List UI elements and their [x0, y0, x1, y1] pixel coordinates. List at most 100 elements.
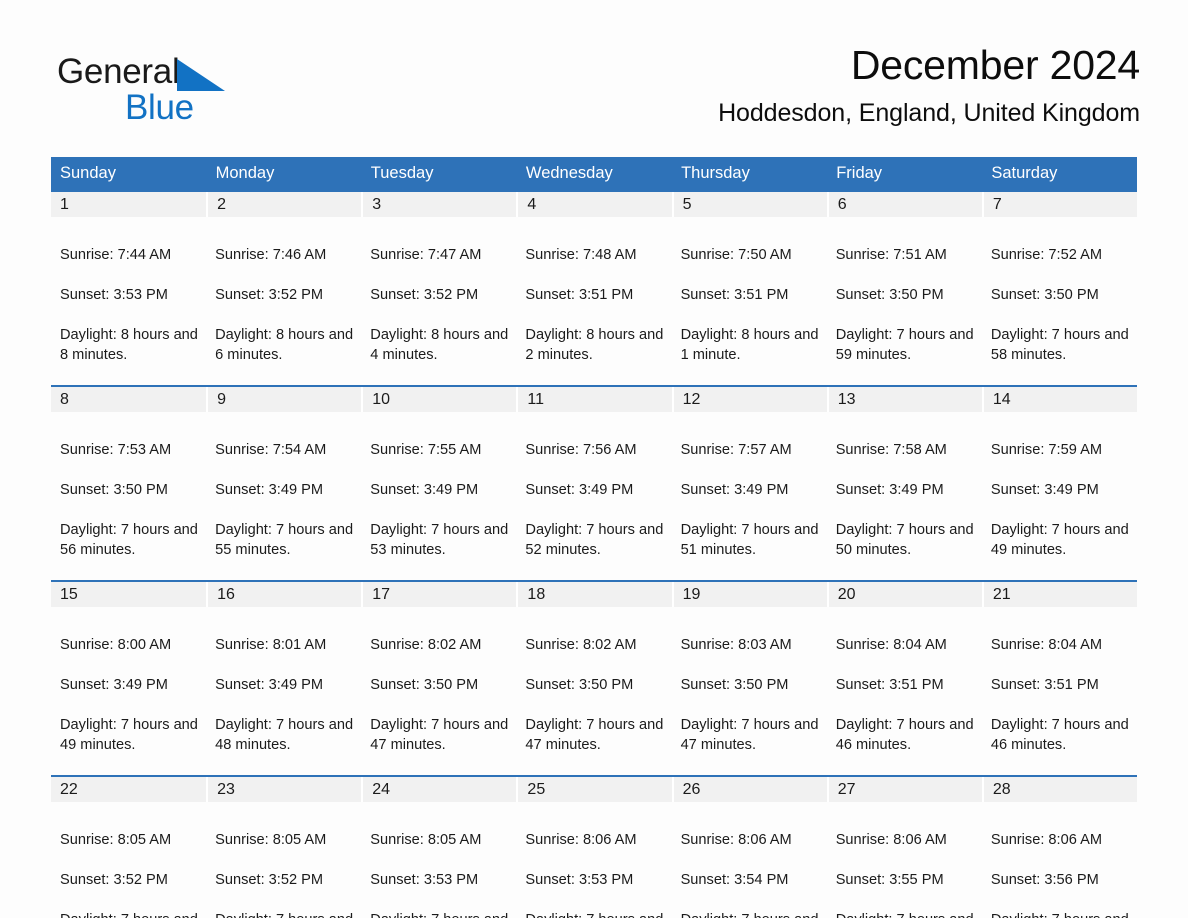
sunset-text: Sunset: 3:52 PM [215, 872, 324, 888]
logo-text-general: General [57, 52, 180, 91]
sunrise-text: Sunrise: 8:02 AM [525, 637, 637, 653]
daylight-text: Daylight: 7 hours and 50 minutes. [835, 522, 974, 558]
day-number: 22 [51, 777, 207, 802]
calendar-day-cell[interactable]: 2 Sunrise: 7:46 AM Sunset: 3:52 PM Dayli… [206, 190, 362, 386]
sunrise-text: Sunrise: 7:57 AM [680, 442, 792, 458]
day-number: 1 [51, 192, 207, 217]
calendar-header: Sunday Monday Tuesday Wednesday Thursday… [51, 157, 1137, 191]
sunset-text: Sunset: 3:50 PM [990, 287, 1099, 303]
sunrise-text: Sunrise: 7:50 AM [680, 247, 792, 263]
calendar-week-row: 22 Sunrise: 8:05 AM Sunset: 3:52 PM Dayl… [51, 775, 1137, 918]
calendar-day-cell[interactable]: 23 Sunrise: 8:05 AM Sunset: 3:52 PM Dayl… [206, 775, 362, 918]
calendar-day-cell[interactable]: 24 Sunrise: 8:05 AM Sunset: 3:53 PM Dayl… [361, 775, 517, 918]
sunrise-text: Sunrise: 8:04 AM [835, 637, 947, 653]
daylight-text: Daylight: 7 hours and 48 minutes. [681, 910, 821, 918]
day-number: 9 [206, 387, 362, 412]
sunset-text: Sunset: 3:52 PM [215, 287, 324, 303]
calendar-day-cell[interactable]: 10 Sunrise: 7:55 AM Sunset: 3:49 PM Dayl… [361, 385, 517, 581]
sunset-text: Sunset: 3:49 PM [370, 482, 479, 498]
calendar-day-cell[interactable]: 9 Sunrise: 7:54 AM Sunset: 3:49 PM Dayli… [206, 385, 362, 581]
daylight-text: Daylight: 7 hours and 52 minutes. [525, 522, 664, 558]
calendar-week-row: 1 Sunrise: 7:44 AM Sunset: 3:53 PM Dayli… [51, 190, 1137, 386]
calendar-day-cell[interactable]: 6 Sunrise: 7:51 AM Sunset: 3:50 PM Dayli… [826, 190, 982, 386]
day-number: 27 [826, 777, 982, 802]
sunrise-text: Sunrise: 7:48 AM [525, 247, 637, 263]
daylight-text: Daylight: 7 hours and 49 minutes. [991, 910, 1131, 918]
calendar-day-cell[interactable]: 26 Sunrise: 8:06 AM Sunset: 3:54 PM Dayl… [671, 775, 827, 918]
calendar-day-cell[interactable]: 1 Sunrise: 7:44 AM Sunset: 3:53 PM Dayli… [51, 190, 207, 386]
day-number: 3 [361, 192, 517, 217]
day-number: 13 [826, 387, 982, 412]
sunset-text: Sunset: 3:50 PM [370, 677, 479, 693]
calendar-day-cell[interactable]: 7 Sunrise: 7:52 AM Sunset: 3:50 PM Dayli… [981, 190, 1137, 386]
sunset-text: Sunset: 3:49 PM [835, 482, 944, 498]
calendar-day-cell[interactable]: 5 Sunrise: 7:50 AM Sunset: 3:51 PM Dayli… [671, 190, 827, 386]
daylight-text: Daylight: 7 hours and 58 minutes. [990, 327, 1129, 363]
calendar-page: General Blue December 2024 Hoddesdon, En… [0, 0, 1188, 918]
day-number: 17 [361, 582, 517, 607]
day-details: Sunrise: 8:05 AM Sunset: 3:52 PM Dayligh… [51, 802, 206, 918]
calendar-day-cell[interactable]: 28 Sunrise: 8:06 AM Sunset: 3:56 PM Dayl… [981, 775, 1137, 918]
daylight-text: Daylight: 8 hours and 6 minutes. [215, 327, 354, 363]
day-number: 12 [671, 387, 827, 412]
sunrise-text: Sunrise: 8:05 AM [215, 832, 327, 848]
sunrise-text: Sunrise: 7:47 AM [370, 247, 482, 263]
day-details: Sunrise: 8:06 AM Sunset: 3:53 PM Dayligh… [516, 802, 671, 918]
day-number: 21 [981, 582, 1137, 607]
calendar-day-cell[interactable]: 22 Sunrise: 8:05 AM Sunset: 3:52 PM Dayl… [51, 775, 207, 918]
calendar-day-cell[interactable]: 25 Sunrise: 8:06 AM Sunset: 3:53 PM Dayl… [516, 775, 672, 918]
sunrise-text: Sunrise: 8:02 AM [370, 637, 482, 653]
day-details: Sunrise: 8:02 AM Sunset: 3:50 PM Dayligh… [361, 607, 516, 775]
page-title: December 2024 [850, 42, 1140, 88]
sunrise-text: Sunrise: 7:44 AM [60, 247, 172, 263]
day-number: 7 [981, 192, 1137, 217]
day-details: Sunrise: 7:53 AM Sunset: 3:50 PM Dayligh… [51, 412, 206, 580]
day-details: Sunrise: 7:51 AM Sunset: 3:50 PM Dayligh… [827, 217, 982, 385]
day-details: Sunrise: 8:02 AM Sunset: 3:50 PM Dayligh… [516, 607, 671, 775]
day-number: 28 [981, 777, 1137, 802]
calendar-day-cell[interactable]: 17 Sunrise: 8:02 AM Sunset: 3:50 PM Dayl… [361, 580, 517, 776]
calendar-day-cell[interactable]: 12 Sunrise: 7:57 AM Sunset: 3:49 PM Dayl… [671, 385, 827, 581]
calendar-day-cell[interactable]: 16 Sunrise: 8:01 AM Sunset: 3:49 PM Dayl… [206, 580, 362, 776]
sunset-text: Sunset: 3:49 PM [680, 482, 789, 498]
day-number: 5 [671, 192, 827, 217]
calendar-day-cell[interactable]: 13 Sunrise: 7:58 AM Sunset: 3:49 PM Dayl… [826, 385, 982, 581]
calendar-day-cell[interactable]: 3 Sunrise: 7:47 AM Sunset: 3:52 PM Dayli… [361, 190, 517, 386]
sunset-text: Sunset: 3:49 PM [990, 482, 1099, 498]
day-number: 6 [826, 192, 982, 217]
sunrise-text: Sunrise: 8:06 AM [835, 832, 947, 848]
calendar-day-cell[interactable]: 20 Sunrise: 8:04 AM Sunset: 3:51 PM Dayl… [826, 580, 982, 776]
calendar-day-cell[interactable]: 18 Sunrise: 8:02 AM Sunset: 3:50 PM Dayl… [516, 580, 672, 776]
calendar-day-cell[interactable]: 21 Sunrise: 8:04 AM Sunset: 3:51 PM Dayl… [981, 580, 1137, 776]
daylight-text: Daylight: 7 hours and 46 minutes. [835, 717, 974, 753]
logo-triangle-icon [177, 59, 226, 91]
day-details: Sunrise: 7:59 AM Sunset: 3:49 PM Dayligh… [982, 412, 1137, 580]
sunrise-text: Sunrise: 7:51 AM [835, 247, 947, 263]
calendar-day-cell[interactable]: 14 Sunrise: 7:59 AM Sunset: 3:49 PM Dayl… [981, 385, 1137, 581]
daylight-text: Daylight: 7 hours and 47 minutes. [370, 910, 510, 918]
calendar-day-cell[interactable]: 4 Sunrise: 7:48 AM Sunset: 3:51 PM Dayli… [516, 190, 672, 386]
calendar-day-cell[interactable]: 8 Sunrise: 7:53 AM Sunset: 3:50 PM Dayli… [51, 385, 207, 581]
sunset-text: Sunset: 3:51 PM [525, 287, 634, 303]
sunset-text: Sunset: 3:53 PM [370, 872, 479, 888]
day-number: 14 [981, 387, 1137, 412]
day-number: 23 [206, 777, 362, 802]
day-number: 8 [51, 387, 207, 412]
daylight-text: Daylight: 7 hours and 47 minutes. [680, 717, 819, 753]
calendar-day-cell[interactable]: 19 Sunrise: 8:03 AM Sunset: 3:50 PM Dayl… [671, 580, 827, 776]
day-number: 25 [516, 777, 672, 802]
day-details: Sunrise: 7:47 AM Sunset: 3:52 PM Dayligh… [361, 217, 516, 385]
day-number: 15 [51, 582, 207, 607]
weekday-header-monday: Monday [205, 157, 362, 191]
calendar-day-cell[interactable]: 15 Sunrise: 8:00 AM Sunset: 3:49 PM Dayl… [51, 580, 207, 776]
daylight-text: Daylight: 7 hours and 51 minutes. [680, 522, 819, 558]
sunset-text: Sunset: 3:50 PM [680, 677, 789, 693]
calendar-day-cell[interactable]: 27 Sunrise: 8:06 AM Sunset: 3:55 PM Dayl… [826, 775, 982, 918]
sunset-text: Sunset: 3:52 PM [60, 872, 168, 888]
calendar-day-cell[interactable]: 11 Sunrise: 7:56 AM Sunset: 3:49 PM Dayl… [516, 385, 672, 581]
day-details: Sunrise: 7:44 AM Sunset: 3:53 PM Dayligh… [51, 217, 206, 385]
generalblue-logo[interactable]: General Blue [57, 53, 257, 133]
sunrise-text: Sunrise: 7:58 AM [835, 442, 947, 458]
day-number: 16 [206, 582, 362, 607]
day-number: 26 [671, 777, 827, 802]
